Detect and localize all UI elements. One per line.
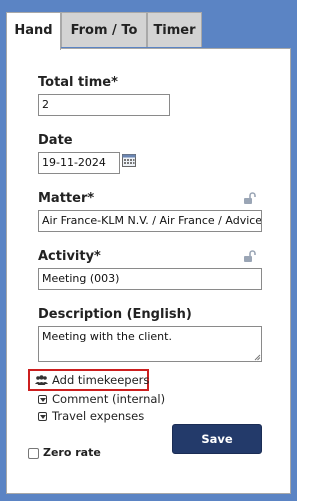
save-button[interactable]: Save <box>172 424 262 454</box>
calendar-icon[interactable] <box>122 153 136 167</box>
window-frame: Hand From / To Timer Total time* 2 Date … <box>0 0 297 501</box>
activity-input[interactable]: Meeting (003) <box>38 268 262 290</box>
comment-internal-label: Comment (internal) <box>52 392 166 406</box>
triangle-down-icon <box>38 394 47 404</box>
travel-expenses-toggle[interactable]: Travel expenses <box>38 409 144 423</box>
tab-timer[interactable]: Timer <box>147 12 202 47</box>
date-input[interactable]: 19-11-2024 <box>38 152 120 174</box>
add-timekeepers-label: Add timekeepers <box>52 373 150 387</box>
zero-rate-checkbox[interactable] <box>28 448 39 459</box>
matter-input[interactable]: Air France-KLM N.V. / Air France / Advic… <box>38 210 262 232</box>
total-time-input[interactable]: 2 <box>38 94 170 116</box>
activity-label: Activity* <box>38 249 101 264</box>
travel-expenses-label: Travel expenses <box>52 409 145 423</box>
zero-rate-label: Zero rate <box>43 446 101 459</box>
add-timekeepers-link[interactable]: Add timekeepers <box>35 373 149 387</box>
comment-internal-toggle[interactable]: Comment (internal) <box>38 392 165 406</box>
tab-from-to[interactable]: From / To <box>61 12 147 47</box>
lock-open-icon[interactable] <box>243 192 257 204</box>
users-icon <box>35 375 48 385</box>
total-time-label: Total time* <box>38 75 118 90</box>
description-text: Meeting with the client. <box>42 330 172 343</box>
date-label: Date <box>38 133 73 148</box>
description-textarea[interactable]: Meeting with the client. <box>38 326 262 362</box>
lock-open-icon[interactable] <box>243 250 257 262</box>
description-label: Description (English) <box>38 307 192 322</box>
triangle-down-icon <box>38 411 47 421</box>
tab-hand[interactable]: Hand <box>6 12 61 50</box>
resize-grip-icon[interactable] <box>254 354 261 361</box>
matter-label: Matter* <box>38 191 95 206</box>
